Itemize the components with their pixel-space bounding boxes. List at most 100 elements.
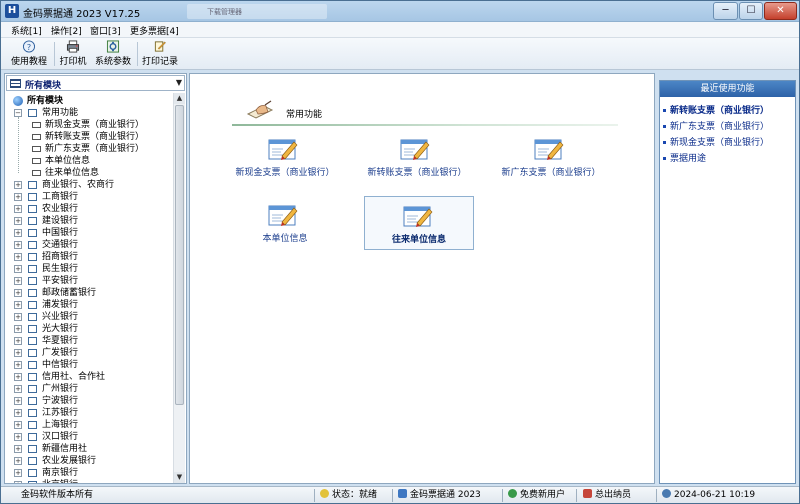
expand-icon[interactable]: + (14, 241, 22, 249)
svg-text:?: ? (27, 42, 31, 52)
tree-item[interactable]: 新现金支票（商业银行） (5, 119, 173, 131)
tree-item[interactable]: 新广东支票（商业银行） (5, 143, 173, 155)
system-params-label: 系统参数 (94, 57, 131, 67)
tree-bank-group[interactable]: + 宁波银行 (5, 395, 173, 407)
recent-item[interactable]: 票据用途 (663, 151, 706, 164)
scroll-up-icon[interactable]: ▲ (174, 93, 185, 104)
folder-icon (28, 409, 37, 417)
expand-icon[interactable]: + (14, 217, 22, 225)
expand-icon[interactable]: + (14, 193, 22, 201)
expand-icon[interactable]: + (14, 349, 22, 357)
close-button[interactable]: ✕ (764, 2, 797, 20)
expand-icon[interactable]: + (14, 469, 22, 477)
function-tile[interactable]: 新广东支票（商业银行） (496, 130, 606, 184)
tree-item[interactable]: 往来单位信息 (5, 167, 173, 179)
tree-bank-group[interactable]: + 邮政储蓄银行 (5, 287, 173, 299)
expand-icon[interactable]: + (14, 433, 22, 441)
expand-icon[interactable]: + (14, 373, 22, 381)
tree-bank-group[interactable]: + 浦发银行 (5, 299, 173, 311)
tree-bank-group[interactable]: + 广州银行 (5, 383, 173, 395)
title-bar[interactable]: H 金码票据通 2023 V17.25 下载管理器 ─ ☐ ✕ (1, 1, 799, 22)
menu-more-bills[interactable]: 更多票据[4] (130, 24, 179, 37)
expand-icon[interactable]: + (14, 277, 22, 285)
tree-bank-group[interactable]: + 平安银行 (5, 275, 173, 287)
tree-item[interactable]: 新转账支票（商业银行） (5, 131, 173, 143)
collapse-icon[interactable]: − (14, 109, 22, 117)
expand-icon[interactable]: + (14, 313, 22, 321)
tutorial-button[interactable]: ? 使用教程 (9, 40, 49, 68)
scroll-thumb[interactable] (175, 105, 184, 405)
tree-bank-group[interactable]: + 农业银行 (5, 203, 173, 215)
tree-bank-group[interactable]: + 上海银行 (5, 419, 173, 431)
function-tile[interactable]: 新转账支票（商业银行） (362, 130, 472, 184)
expand-icon[interactable]: + (14, 397, 22, 405)
chevron-down-icon[interactable]: ▼ (176, 78, 182, 87)
expand-icon[interactable]: + (14, 385, 22, 393)
bullet-icon (663, 125, 666, 128)
tree-bank-group[interactable]: + 招商银行 (5, 251, 173, 263)
function-tile[interactable]: 往来单位信息 (364, 196, 474, 250)
tree-bank-group[interactable]: + 广发银行 (5, 347, 173, 359)
expand-icon[interactable]: + (14, 337, 22, 345)
tree-bank-group[interactable]: + 中信银行 (5, 359, 173, 371)
tree-item[interactable]: 本单位信息 (5, 155, 173, 167)
tree-bank-label: 中信银行 (42, 360, 79, 370)
tree-bank-group[interactable]: + 北京银行 (5, 479, 173, 483)
expand-icon[interactable]: + (14, 409, 22, 417)
tree-bank-group[interactable]: + 工商银行 (5, 191, 173, 203)
tree-root[interactable]: 所有模块 (5, 95, 173, 107)
tree-bank-group[interactable]: + 中国银行 (5, 227, 173, 239)
expand-icon[interactable]: + (14, 481, 22, 483)
expand-icon[interactable]: + (14, 445, 22, 453)
tree-bank-label: 广发银行 (42, 348, 79, 358)
printer-button[interactable]: 打印机 (58, 40, 88, 68)
status-separator (392, 489, 393, 502)
tree-bank-group[interactable]: + 商业银行、农商行 (5, 179, 173, 191)
tree-bank-group[interactable]: + 汉口银行 (5, 431, 173, 443)
folder-icon (28, 277, 37, 285)
function-tile-label: 新广东支票（商业银行） (501, 168, 601, 178)
expand-icon[interactable]: + (14, 265, 22, 273)
function-panel: 常用功能 新现金支票（商业银行） 新转账支票（商业银行） 新广东支票（商业银行） 本单… (189, 73, 655, 484)
expand-icon[interactable]: + (14, 361, 22, 369)
tree-bank-group[interactable]: + 交通银行 (5, 239, 173, 251)
tree-scrollbar[interactable]: ▲ ▼ (173, 93, 185, 483)
tree-bank-group[interactable]: + 民生银行 (5, 263, 173, 275)
expand-icon[interactable]: + (14, 229, 22, 237)
tree-bank-group[interactable]: + 新疆信用社 (5, 443, 173, 455)
module-select[interactable]: 所有模块 ▼ (6, 75, 185, 91)
tree-bank-group[interactable]: + 兴业银行 (5, 311, 173, 323)
menu-window[interactable]: 窗口[3] (90, 24, 121, 37)
tree-group-common[interactable]: − 常用功能 (5, 107, 173, 119)
expand-icon[interactable]: + (14, 289, 22, 297)
recent-item[interactable]: 新广东支票（商业银行） (663, 119, 769, 132)
expand-icon[interactable]: + (14, 205, 22, 213)
scroll-down-icon[interactable]: ▼ (174, 472, 185, 483)
tree-bank-group[interactable]: + 信用社、合作社 (5, 371, 173, 383)
expand-icon[interactable]: + (14, 421, 22, 429)
expand-icon[interactable]: + (14, 253, 22, 261)
tree-bank-group[interactable]: + 华夏银行 (5, 335, 173, 347)
menu-system[interactable]: 系统[1] (11, 24, 42, 37)
globe-icon (13, 96, 23, 106)
maximize-button[interactable]: ☐ (739, 2, 763, 20)
tree-bank-group[interactable]: + 建设银行 (5, 215, 173, 227)
tree-bank-group[interactable]: + 江苏银行 (5, 407, 173, 419)
function-tile[interactable]: 新现金支票（商业银行） (230, 130, 340, 184)
function-tile[interactable]: 本单位信息 (230, 196, 340, 250)
status-app: 金码票据通 2023 (398, 489, 481, 502)
minimize-button[interactable]: ─ (713, 2, 738, 20)
tree-bank-group[interactable]: + 南京银行 (5, 467, 173, 479)
menu-operation[interactable]: 操作[2] (51, 24, 82, 37)
tree-bank-group[interactable]: + 农业发展银行 (5, 455, 173, 467)
print-record-button[interactable]: 打印记录 (141, 40, 179, 68)
expand-icon[interactable]: + (14, 457, 22, 465)
tree-bank-group[interactable]: + 光大银行 (5, 323, 173, 335)
expand-icon[interactable]: + (14, 181, 22, 189)
expand-icon[interactable]: + (14, 301, 22, 309)
system-params-button[interactable]: 系统参数 (93, 40, 133, 68)
recent-item[interactable]: 新转账支票（商业银行） (663, 103, 769, 116)
expand-icon[interactable]: + (14, 325, 22, 333)
recent-item[interactable]: 新现金支票（商业银行） (663, 135, 769, 148)
folder-icon (28, 193, 37, 201)
